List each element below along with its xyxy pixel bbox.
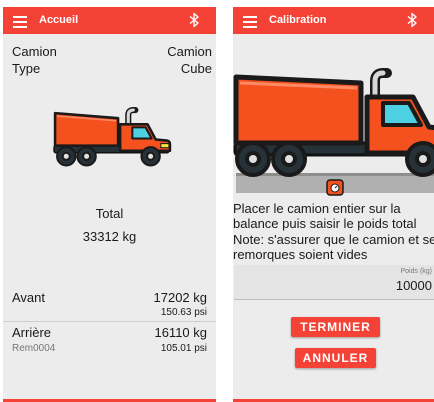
calibration-instruction: Placer le camion entier sur la balance p… (233, 201, 417, 231)
bluetooth-icon[interactable] (406, 12, 418, 28)
truck-header-right-1: Camion (167, 44, 212, 59)
weight-input-value: 10000 (395, 278, 432, 293)
total-label: Total (95, 206, 124, 221)
truck-icon (53, 107, 172, 167)
total-value: 33312 kg (82, 229, 137, 244)
weight-input[interactable]: Poids (kg) 10000 (234, 265, 434, 300)
weight-input-label: Poids (kg) (400, 268, 432, 275)
menu-icon[interactable] (13, 13, 27, 28)
rear-axle-pressure: 105.01 psi (160, 343, 207, 354)
app-bar-title: Calibration (269, 14, 327, 26)
calibration-screen: Calibration Placer le camion entier sur … (233, 7, 434, 402)
scale-icon (326, 179, 344, 196)
divider (3, 321, 216, 322)
rear-axle-id: Rem0004 (12, 343, 56, 354)
rear-axle-weight: 16110 kg (154, 325, 207, 340)
truck-on-scale-illustration (233, 68, 434, 196)
home-screen: Accueil Camion Type Camion Cube Total 33… (3, 7, 216, 402)
front-axle-pressure: 150.63 psi (160, 307, 207, 318)
front-axle-label: Avant (12, 290, 46, 305)
app-bar-title: Accueil (39, 14, 79, 26)
truck-header-left-1: Camion (12, 44, 57, 59)
rear-axle-label: Arrière (12, 325, 52, 340)
app-bar: Accueil (3, 7, 216, 34)
finish-button[interactable]: TERMINER (291, 317, 380, 337)
cancel-button[interactable]: ANNULER (295, 348, 376, 368)
menu-icon[interactable] (243, 13, 257, 28)
truck-header-left-2: Type (12, 61, 41, 76)
front-axle-weight: 17202 kg (153, 290, 208, 305)
bluetooth-icon[interactable] (188, 12, 200, 28)
app-bar: Calibration (233, 7, 434, 34)
truck-header-right-2: Cube (180, 61, 212, 76)
calibration-note: Note: s'assurer que le camion et ses rem… (233, 232, 434, 262)
